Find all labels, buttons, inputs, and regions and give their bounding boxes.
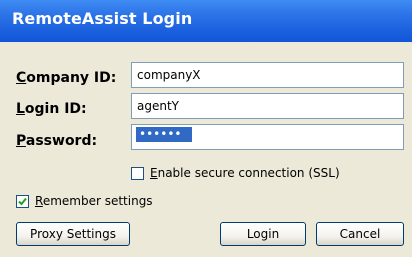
company-id-label: Company ID: (16, 70, 117, 86)
ssl-checkbox[interactable] (131, 167, 144, 180)
cancel-button[interactable]: Cancel (316, 222, 404, 246)
checkmark-icon (18, 197, 27, 206)
login-id-input[interactable] (131, 93, 404, 119)
proxy-settings-button[interactable]: Proxy Settings (16, 222, 130, 246)
ssl-checkbox-label[interactable]: Enable secure connection (SSL) (150, 166, 340, 180)
title-bar[interactable]: RemoteAssist Login (0, 0, 412, 42)
login-id-label: Login ID: (16, 101, 87, 117)
password-input[interactable]: •••••• (131, 124, 404, 150)
window-title: RemoteAssist Login (12, 9, 193, 28)
remember-settings-checkbox[interactable] (16, 195, 29, 208)
remember-settings-label[interactable]: Remember settings (35, 194, 153, 208)
login-dialog: RemoteAssist Login Company ID: Login ID:… (0, 0, 412, 257)
company-id-input[interactable] (131, 62, 404, 88)
password-label: Password: (16, 133, 98, 149)
login-button[interactable]: Login (220, 222, 306, 246)
password-masked-value: •••••• (136, 127, 192, 142)
